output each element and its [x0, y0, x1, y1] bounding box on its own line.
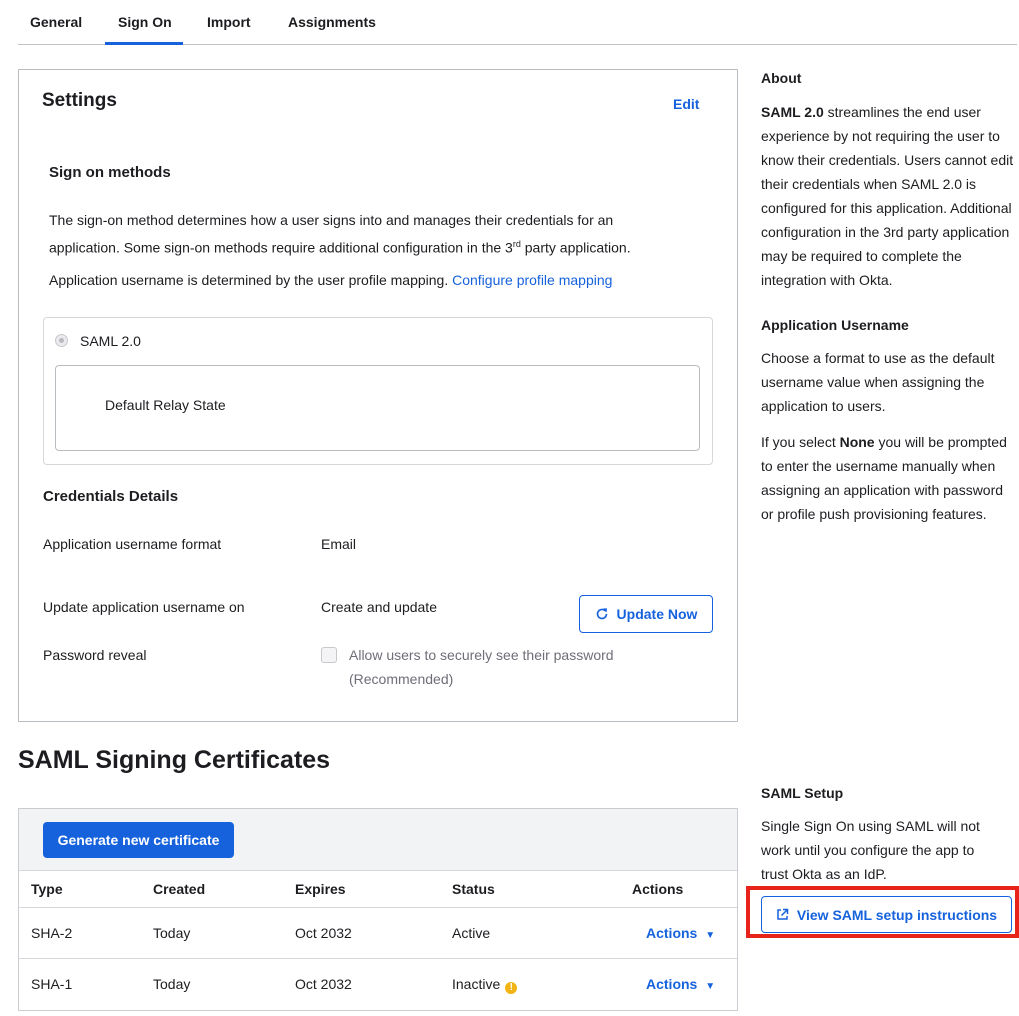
column-header-actions: Actions	[632, 881, 684, 897]
update-username-value: Create and update	[321, 599, 437, 615]
tab-sign-on[interactable]: Sign On	[118, 14, 172, 30]
about-text: SAML 2.0 streamlines the end user experi…	[761, 100, 1019, 292]
about-body: streamlines the end user experience by n…	[761, 104, 1014, 288]
sign-on-description-line2: application. Some sign-on methods requir…	[49, 232, 709, 260]
active-tab-indicator	[105, 42, 183, 45]
settings-title: Settings	[42, 90, 117, 111]
view-saml-instructions-button[interactable]: View SAML setup instructions	[761, 896, 1012, 933]
cert-created: Today	[153, 925, 191, 941]
username-format-value: Email	[321, 536, 357, 552]
tab-import[interactable]: Import	[207, 14, 251, 30]
cert-status-label: Inactive	[452, 976, 501, 992]
sign-on-description: The sign-on method determines how a user…	[49, 208, 709, 260]
sign-on-description-line1: The sign-on method determines how a user…	[49, 212, 614, 228]
about-heading: About	[761, 70, 802, 86]
sign-on-methods-heading: Sign on methods	[49, 164, 171, 181]
caret-down-icon: ▼	[705, 930, 716, 941]
generate-certificate-button[interactable]: Generate new certificate	[43, 822, 234, 858]
tab-general[interactable]: General	[30, 14, 82, 30]
cert-expires: Oct 2032	[295, 925, 352, 941]
password-reveal-checkbox[interactable]	[321, 647, 337, 663]
row-divider	[19, 907, 737, 908]
saml-setup-text: Single Sign On using SAML will not work …	[761, 818, 980, 882]
none-bold: None	[839, 434, 875, 450]
credentials-heading: Credentials Details	[43, 488, 179, 505]
configure-profile-mapping-link[interactable]: Configure profile mapping	[452, 272, 612, 288]
actions-label: Actions	[646, 925, 698, 941]
row-divider	[19, 958, 737, 959]
about-bold: SAML 2.0	[761, 104, 824, 120]
saml-setup-heading: SAML Setup	[761, 785, 844, 801]
saml-radio[interactable]	[55, 334, 68, 347]
refresh-icon	[596, 608, 607, 620]
cert-type: SHA-2	[31, 925, 73, 941]
update-username-label: Update application username on	[43, 599, 245, 615]
warning-icon: !	[505, 982, 518, 994]
tab-assignments[interactable]: Assignments	[288, 14, 376, 30]
username-format-label: Application username format	[43, 536, 222, 552]
cert-actions-dropdown[interactable]: Actions ▼	[646, 925, 715, 941]
password-reveal-label: Password reveal	[43, 647, 147, 663]
relay-state-label: Default Relay State	[105, 397, 226, 413]
column-header-created: Created	[153, 881, 206, 897]
desc-line2-pre: application. Some sign-on methods requir…	[49, 239, 513, 256]
cert-status: Inactive!	[452, 976, 518, 994]
external-link-icon	[777, 908, 789, 920]
none-pre: If you select	[761, 434, 840, 450]
reveal-line2: (Recommended)	[349, 671, 454, 687]
cert-expires: Oct 2032	[295, 976, 352, 992]
reveal-line1: Allow users to securely see their passwo…	[349, 647, 614, 663]
username-mapping-text: Application username is determined by th…	[49, 268, 612, 292]
update-now-button[interactable]: Update Now	[579, 595, 713, 633]
update-now-label: Update Now	[616, 606, 698, 622]
desc-line2-post: party application.	[520, 239, 631, 256]
cert-created: Today	[153, 976, 191, 992]
actions-label: Actions	[646, 976, 698, 992]
edit-link[interactable]: Edit	[673, 96, 699, 112]
application-username-text: Choose a format to use as the default us…	[761, 350, 995, 414]
desc-line2-sup: rd	[512, 239, 521, 249]
column-header-type: Type	[31, 881, 63, 897]
column-header-status: Status	[452, 881, 495, 897]
view-saml-instructions-label: View SAML setup instructions	[796, 906, 998, 923]
cert-actions-dropdown[interactable]: Actions ▼	[646, 976, 715, 992]
cert-status: Active	[452, 925, 491, 941]
column-header-expires: Expires	[295, 881, 346, 897]
username-mapping-label: Application username is determined by th…	[49, 272, 449, 288]
caret-down-icon: ▼	[705, 981, 716, 992]
password-reveal-checkbox-label: Allow users to securely see their passwo…	[349, 643, 614, 691]
cert-type: SHA-1	[31, 976, 73, 992]
application-username-heading: Application Username	[761, 317, 909, 333]
saml-certificates-title: SAML Signing Certificates	[18, 746, 331, 774]
saml-method-label: SAML 2.0	[80, 333, 141, 349]
none-option-text: If you select None you will be prompted …	[761, 430, 1019, 526]
